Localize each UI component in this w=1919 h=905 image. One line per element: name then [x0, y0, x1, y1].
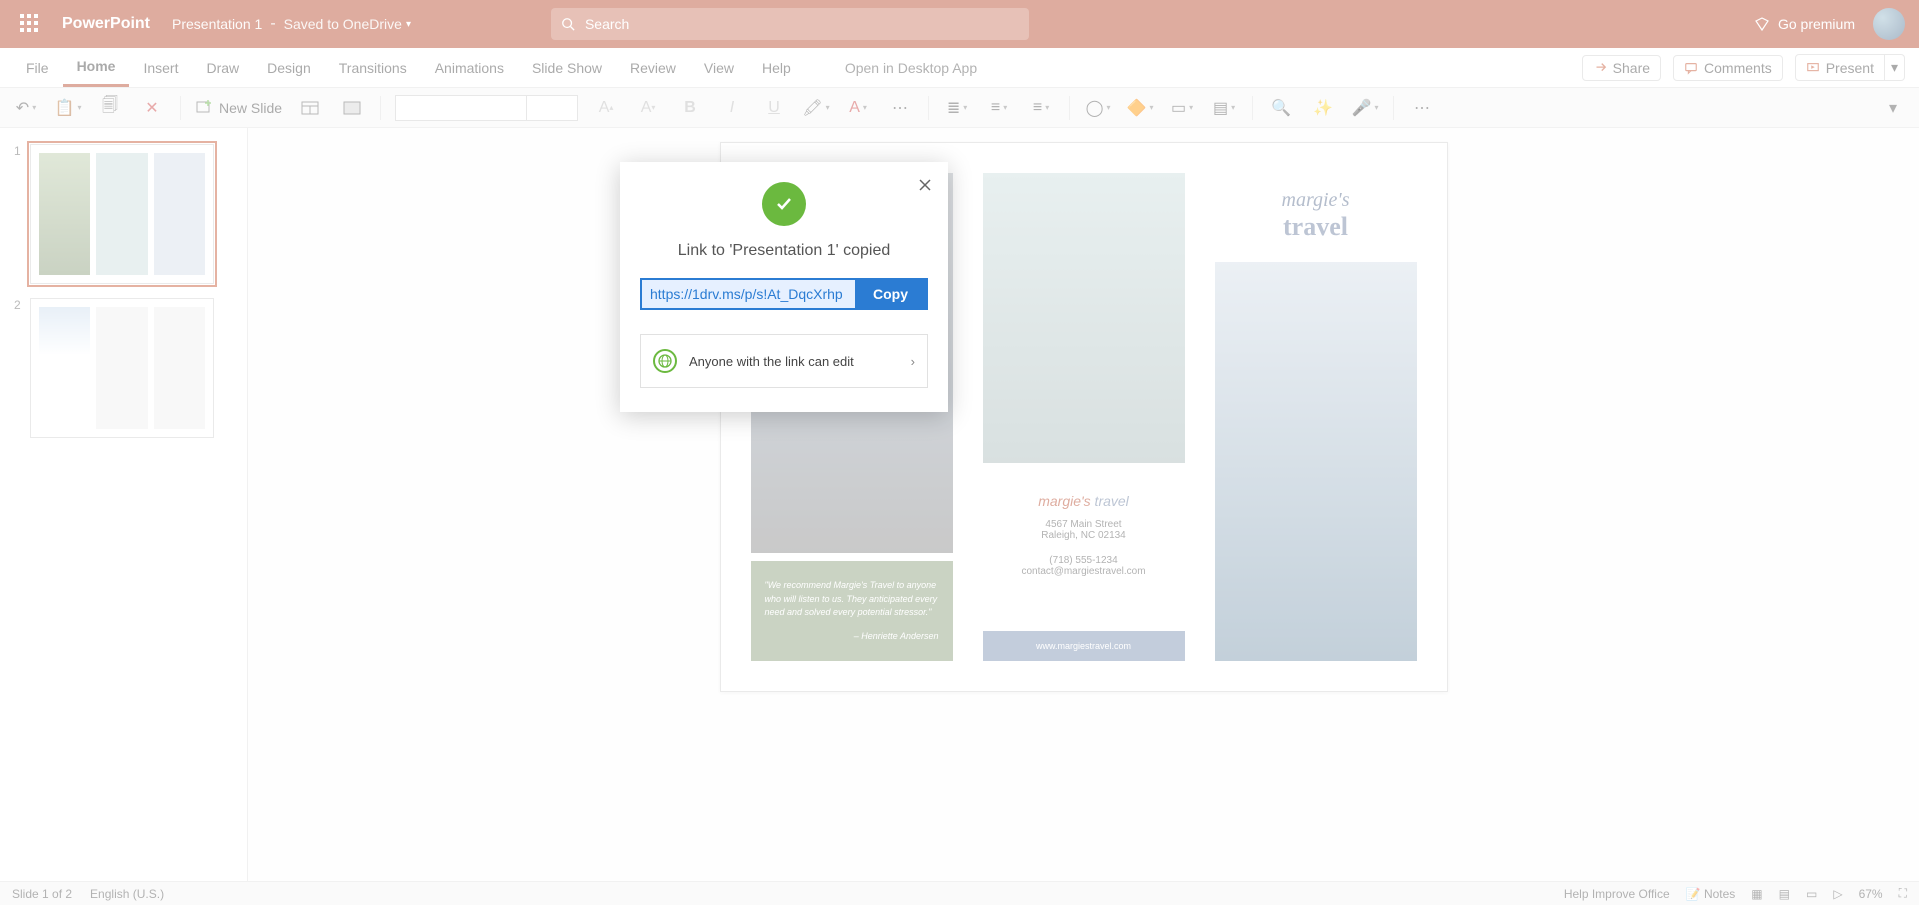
link-row: Copy: [640, 278, 928, 310]
success-icon: [762, 182, 806, 226]
close-button[interactable]: [918, 176, 932, 197]
globe-icon: [653, 349, 677, 373]
chevron-right-icon: ›: [911, 354, 915, 369]
copy-button[interactable]: Copy: [855, 280, 926, 308]
dialog-title: Link to 'Presentation 1' copied: [640, 242, 928, 260]
link-permissions-button[interactable]: Anyone with the link can edit ›: [640, 334, 928, 388]
close-icon: [918, 178, 932, 192]
permission-label: Anyone with the link can edit: [689, 354, 854, 369]
modal-overlay[interactable]: [0, 0, 1919, 905]
share-link-dialog: Link to 'Presentation 1' copied Copy Any…: [620, 162, 948, 412]
share-link-input[interactable]: [642, 280, 855, 308]
